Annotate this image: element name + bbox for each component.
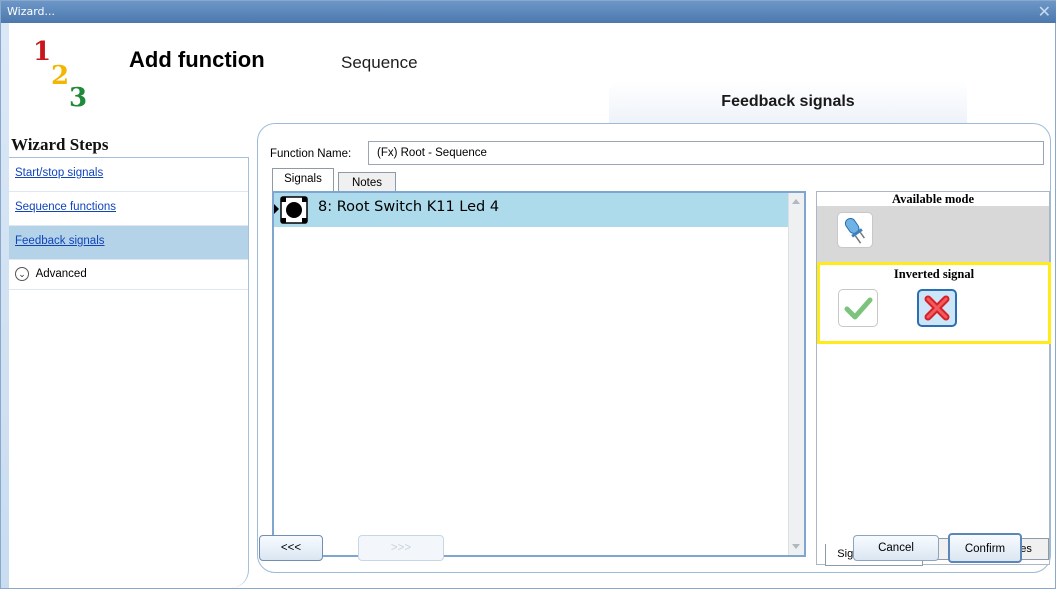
window-title: Wizard... [7, 5, 56, 18]
wizard-steps-pane: Start/stop signals Sequence functions Fe… [9, 157, 249, 588]
next-button[interactable]: >>> [358, 535, 444, 561]
logo-digit-3: 3 [69, 83, 88, 113]
wizard-window: Wizard... ✕ 1 2 3 Add function Sequence … [0, 0, 1056, 589]
wizard-steps-logo: 1 2 3 [31, 37, 111, 125]
logo-digit-1: 1 [33, 37, 52, 67]
step-link-start-stop-signals[interactable]: Start/stop signals [9, 158, 248, 192]
row-selector-arrow-icon [274, 204, 279, 214]
advanced-expander[interactable]: ⌄ Advanced [9, 260, 248, 290]
wizard-client-area: 1 2 3 Add function Sequence Feedback sig… [9, 23, 1055, 588]
title-bar: Wizard... ✕ [1, 1, 1056, 23]
signal-settings-panel: Available mode Inverted signal [816, 191, 1051, 566]
scroll-down-icon[interactable] [792, 544, 800, 549]
current-step-tab: Feedback signals [609, 81, 967, 123]
inverted-signal-title: Inverted signal [893, 267, 975, 281]
main-panel: Function Name: (Fx) Root - Sequence Sign… [257, 123, 1051, 573]
page-subtitle: Sequence [341, 53, 418, 72]
check-icon [844, 297, 873, 320]
chevron-down-icon[interactable]: ⌄ [15, 266, 29, 281]
inverted-yes-button[interactable] [838, 289, 878, 327]
list-scrollbar[interactable] [788, 193, 804, 555]
confirm-button[interactable]: Confirm [948, 533, 1022, 563]
tab-notes[interactable]: Notes [338, 172, 396, 192]
available-mode-area [817, 206, 1049, 262]
function-name-input[interactable]: (Fx) Root - Sequence [368, 141, 1044, 165]
inverted-signal-group: Inverted signal [817, 262, 1051, 344]
page-title: Add function [129, 47, 265, 72]
led-mode-button[interactable] [837, 212, 873, 248]
wizard-steps-title: Wizard Steps [11, 135, 109, 154]
signals-list: 8: Root Switch K11 Led 4 [272, 191, 806, 557]
cross-icon [924, 295, 950, 321]
cancel-button[interactable]: Cancel [853, 535, 939, 561]
inverted-no-button[interactable] [917, 289, 957, 327]
scroll-up-icon[interactable] [792, 199, 800, 204]
tab-signals[interactable]: Signals [272, 168, 334, 192]
switch-led-icon [280, 196, 308, 224]
list-item[interactable]: 8: Root Switch K11 Led 4 [274, 193, 790, 227]
led-bulb-icon [844, 217, 865, 244]
signal-label: 8: Root Switch K11 Led 4 [318, 199, 500, 215]
back-button[interactable]: <<< [259, 535, 323, 561]
close-icon[interactable]: ✕ [1038, 1, 1051, 23]
step-link-sequence-functions[interactable]: Sequence functions [9, 192, 248, 226]
step-link-feedback-signals[interactable]: Feedback signals [9, 226, 248, 260]
logo-digit-2: 2 [51, 61, 70, 91]
advanced-label: Advanced [35, 268, 87, 280]
available-mode-title: Available mode [817, 192, 1049, 206]
function-name-label: Function Name: [270, 148, 352, 160]
